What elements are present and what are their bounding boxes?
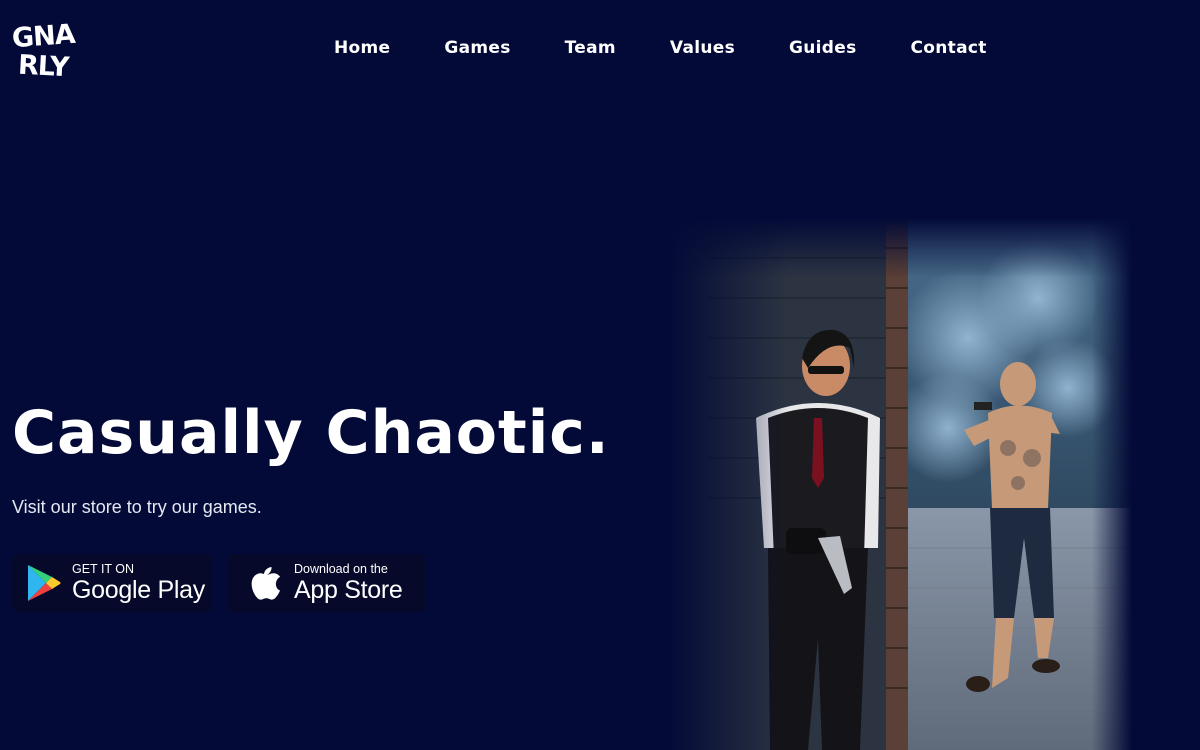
hero-title: Casually Chaotic. (12, 398, 610, 468)
google-play-big-label: Google Play (72, 576, 205, 604)
app-store-big-label: App Store (294, 576, 403, 604)
app-store-button[interactable]: Download on the App Store (228, 554, 426, 612)
google-play-icon (24, 563, 64, 603)
google-play-button[interactable]: GET IT ON Google Play (12, 554, 212, 612)
hero-illustration (668, 218, 1132, 750)
nav-values[interactable]: Values (670, 38, 735, 58)
main-nav: Home Games Team Values Guides Contact (334, 38, 987, 58)
nav-team[interactable]: Team (565, 38, 616, 58)
page: GNA RLY Home Games Team Values Guides Co… (0, 0, 1200, 750)
nav-home[interactable]: Home (334, 38, 390, 58)
hero-subtitle: Visit our store to try our games. (12, 497, 262, 517)
app-store-small-label: Download on the (294, 562, 388, 576)
logo-line-2: RLY (17, 49, 70, 84)
apple-icon (246, 563, 286, 603)
nav-games[interactable]: Games (444, 38, 510, 58)
google-play-small-label: GET IT ON (72, 562, 135, 576)
nav-contact[interactable]: Contact (911, 38, 987, 58)
gnarly-logo[interactable]: GNA RLY (11, 19, 78, 84)
nav-guides[interactable]: Guides (789, 38, 857, 58)
